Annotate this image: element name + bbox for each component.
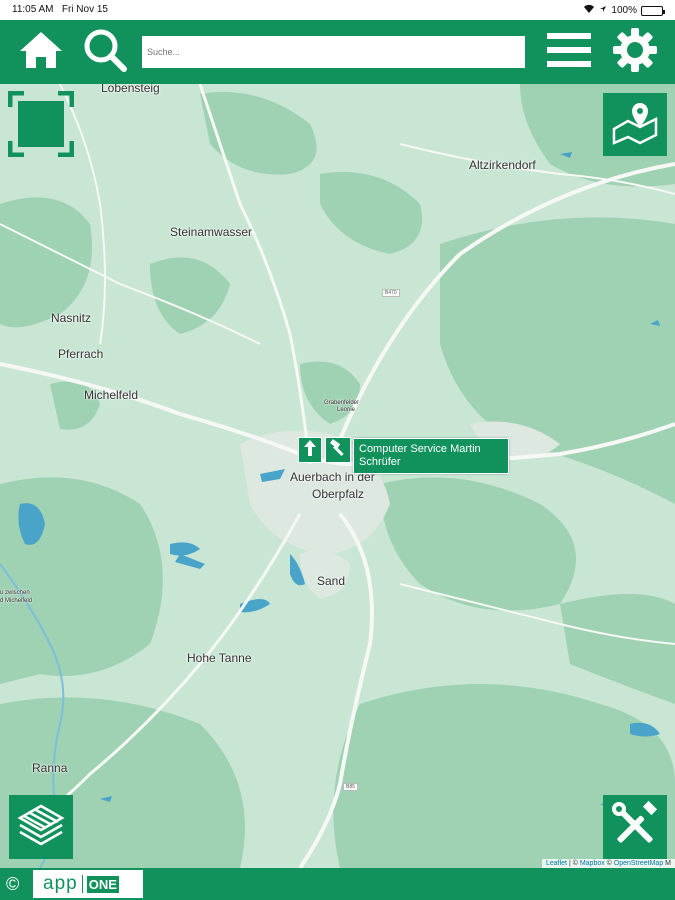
- hammer-icon: [329, 438, 347, 462]
- place-label: Michelfeld: [84, 388, 139, 402]
- status-date: Fri Nov 15: [61, 4, 108, 15]
- battery-icon: [641, 5, 665, 16]
- layers-icon: [16, 800, 66, 855]
- mapbox-link[interactable]: Mapbox: [580, 860, 605, 867]
- search-button[interactable]: [80, 28, 130, 76]
- home-button[interactable]: [16, 28, 66, 76]
- location-arrow-icon: [599, 5, 607, 16]
- place-label: Sand: [317, 574, 346, 588]
- app-logo: app ONE: [33, 870, 143, 898]
- leaflet-link[interactable]: Leaflet: [546, 860, 567, 867]
- place-label: u zwischen: [0, 590, 30, 596]
- map-view[interactable]: Lobensteig Altzirkendorf Steinamwasser N…: [0, 84, 675, 868]
- place-label: Altzirkendorf: [469, 158, 536, 172]
- arrow-up-icon: [303, 439, 317, 462]
- battery-percent: 100%: [611, 5, 637, 16]
- place-label: Lobensteig: [101, 84, 160, 95]
- map-attribution: Leaflet | © Mapbox © OpenStreetMap M: [541, 859, 675, 868]
- place-label: Hohe Tanne: [187, 651, 252, 665]
- place-label: d Michelfeld: [0, 598, 33, 604]
- home-icon: [18, 30, 64, 75]
- app-footer: © app ONE: [0, 868, 675, 900]
- place-label: Oberpfalz: [312, 487, 365, 501]
- map-marker[interactable]: [325, 437, 351, 463]
- app-header: [0, 20, 675, 84]
- osm-link[interactable]: OpenStreetMap: [614, 860, 663, 867]
- popup-title: Computer Service Martin Schrüfer: [359, 443, 481, 468]
- logo-one-text: ONE: [86, 875, 119, 893]
- menu-button[interactable]: [544, 28, 594, 76]
- location-map-button[interactable]: [603, 93, 667, 156]
- menu-icon: [545, 30, 593, 75]
- search-icon: [82, 27, 128, 78]
- location-map-icon: [610, 99, 660, 150]
- tools-button[interactable]: [603, 795, 667, 859]
- place-label: Nasnitz: [51, 311, 92, 325]
- place-label: Grabenfelder: [324, 400, 360, 406]
- settings-button[interactable]: [610, 26, 660, 79]
- settings-icon: [611, 26, 659, 79]
- map-popup[interactable]: Computer Service Martin Schrüfer: [353, 438, 509, 474]
- road-shield: B470: [382, 289, 400, 297]
- place-label: Ranna: [32, 761, 68, 775]
- tools-icon: [610, 800, 660, 855]
- search-input[interactable]: [142, 36, 525, 68]
- status-time: 11:05 AM: [12, 4, 54, 15]
- fullscreen-icon: [7, 90, 75, 162]
- wifi-icon: [583, 4, 595, 17]
- place-label: Pferrach: [58, 347, 104, 361]
- road-shield: B85: [343, 783, 358, 791]
- layers-button[interactable]: [9, 795, 73, 859]
- copyright-icon[interactable]: ©: [6, 874, 26, 894]
- status-bar: 11:05 AM Fri Nov 15 100%: [0, 0, 675, 20]
- place-label: Leonie: [337, 407, 356, 413]
- map-marker[interactable]: [298, 437, 322, 463]
- fullscreen-button[interactable]: [7, 90, 75, 162]
- logo-app-text: app: [43, 873, 78, 894]
- place-label: Steinamwasser: [170, 225, 253, 239]
